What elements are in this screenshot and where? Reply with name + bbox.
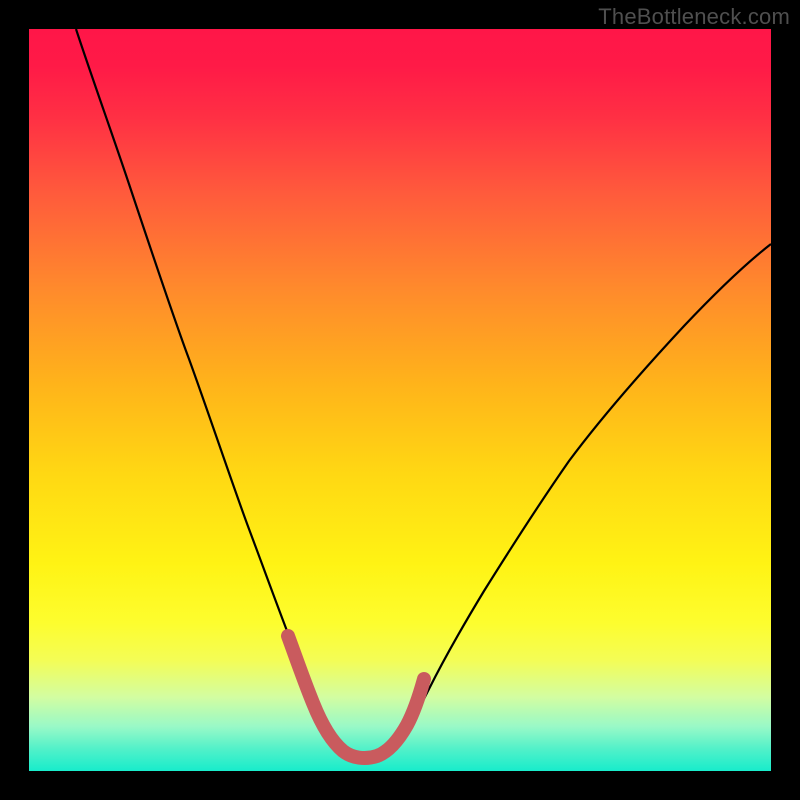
- plot-area: [29, 29, 771, 771]
- chart-frame: TheBottleneck.com: [0, 0, 800, 800]
- curve-layer: [29, 29, 771, 771]
- optimal-zone-highlight: [288, 636, 424, 758]
- bottleneck-curve: [76, 29, 771, 759]
- watermark-label: TheBottleneck.com: [598, 4, 790, 30]
